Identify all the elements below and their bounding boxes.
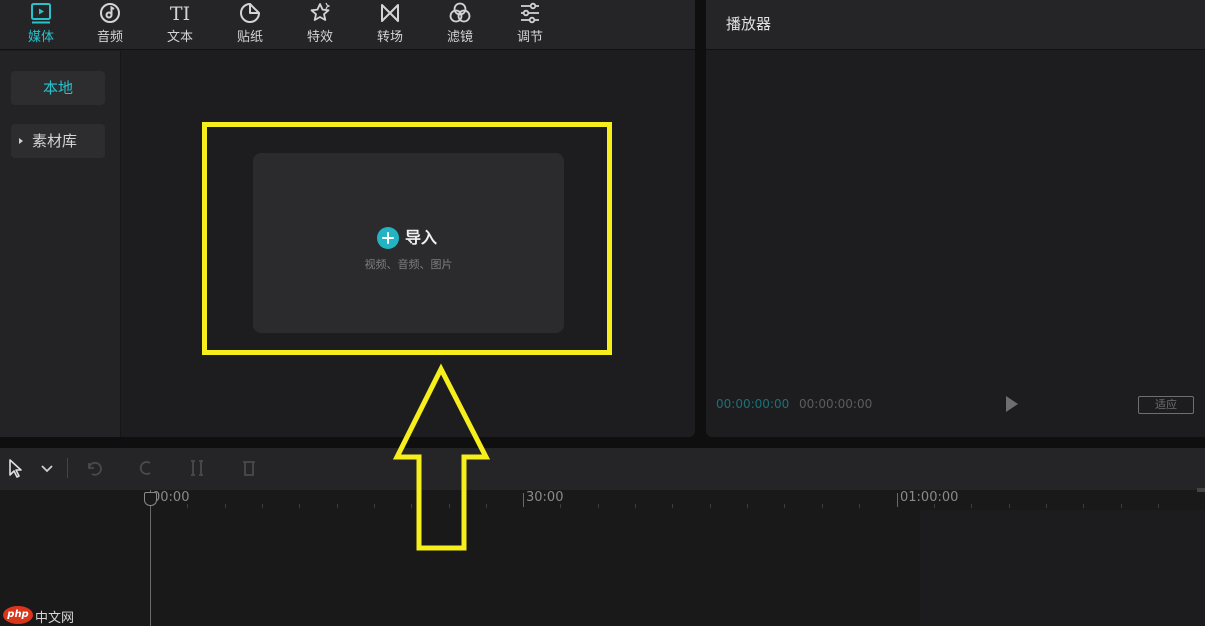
watermark-logo: php — [3, 606, 33, 624]
annotation-arrow-icon — [392, 363, 491, 551]
watermark-text: 中文网 — [35, 611, 75, 626]
